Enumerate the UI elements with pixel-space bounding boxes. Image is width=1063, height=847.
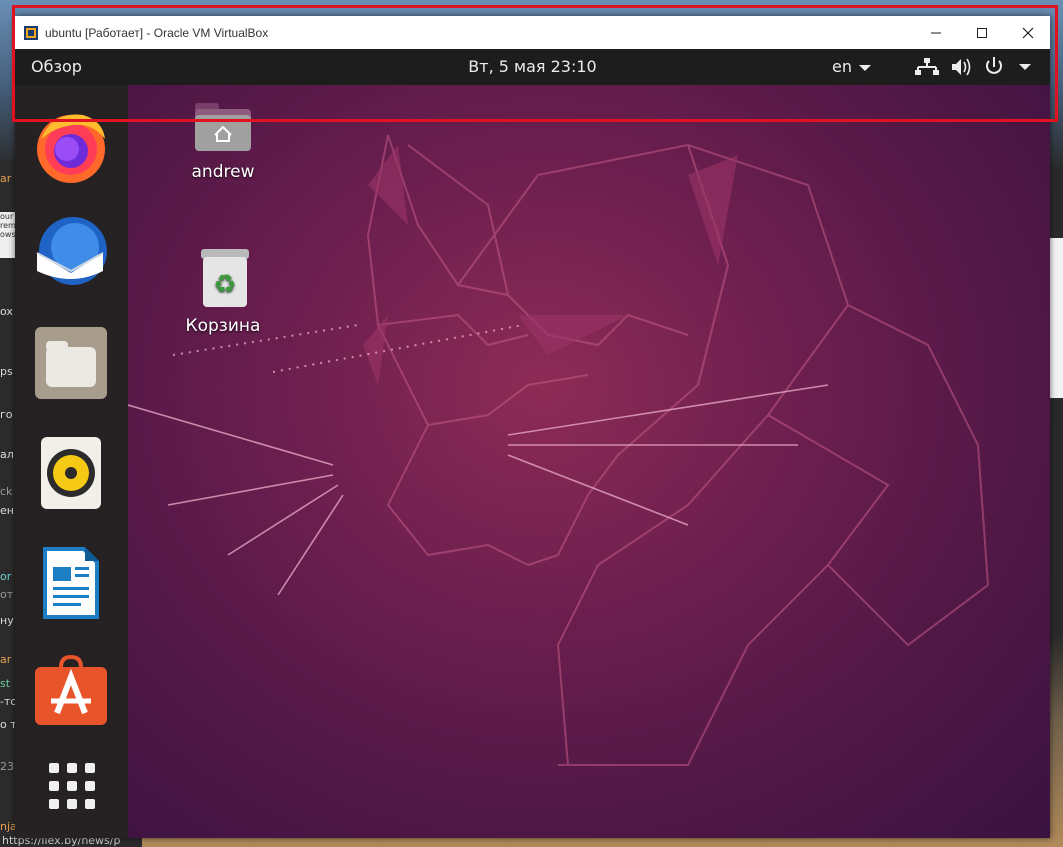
gnome-top-bar: Обзор Вт, 5 мая 23:10 en (15, 49, 1050, 85)
software-center-icon (35, 654, 107, 725)
activities-button[interactable]: Обзор (31, 57, 82, 76)
virtualbox-window: ubuntu [Работает] - Oracle VM VirtualBox… (15, 16, 1050, 838)
thunderbird-launcher[interactable] (33, 213, 109, 289)
maximize-icon (977, 27, 987, 38)
dock (15, 85, 128, 838)
rhythmbox-launcher[interactable] (33, 435, 109, 511)
document-writer-icon (43, 547, 99, 619)
chevron-down-icon (1019, 64, 1031, 70)
desktop-icon-home[interactable]: andrew (173, 95, 273, 182)
svg-text:♻: ♻ (213, 270, 236, 300)
thunderbird-icon (36, 217, 107, 285)
minimize-icon (931, 32, 941, 33)
focal-fossa-wallpaper-art (128, 134, 990, 766)
desktop-icon-trash[interactable]: ♻ Корзина (173, 245, 273, 336)
trash-icon: ♻ (201, 249, 249, 307)
files-launcher[interactable] (33, 325, 109, 401)
host-right-panel (1050, 238, 1063, 398)
desktop-wallpaper[interactable]: andrew ♻ Корзина (128, 85, 1050, 838)
host-left-panel: ar our rem ows ox ps го ал ck ен or от ну … (0, 160, 15, 847)
power-icon (986, 57, 1002, 74)
maximize-button[interactable] (959, 16, 1005, 49)
ubuntu-guest-screen[interactable]: Обзор Вт, 5 мая 23:10 en andrew ♻ Корзин… (15, 49, 1050, 838)
show-applications-button[interactable] (33, 747, 109, 823)
clock-button[interactable]: Вт, 5 мая 23:10 (468, 57, 596, 76)
chevron-down-icon (859, 65, 871, 71)
close-button[interactable] (1005, 16, 1051, 49)
files-icon (35, 327, 107, 399)
volume-icon (952, 58, 971, 76)
ubuntu-software-launcher[interactable] (33, 653, 109, 729)
minimize-button[interactable] (913, 16, 959, 49)
network-icon (915, 58, 939, 75)
libreoffice-writer-launcher[interactable] (33, 545, 109, 621)
app-grid-icon (49, 763, 95, 809)
speaker-icon (41, 437, 101, 509)
input-language-button[interactable]: en (832, 57, 852, 76)
firefox-icon (37, 114, 105, 183)
desktop-icon-label: Корзина (185, 316, 261, 336)
window-title: ubuntu [Работает] - Oracle VM VirtualBox (45, 25, 269, 40)
firefox-launcher[interactable] (33, 109, 109, 185)
home-folder-icon (195, 103, 251, 151)
close-icon (1022, 27, 1034, 38)
desktop-icon-label: andrew (191, 162, 255, 182)
virtualbox-app-icon (23, 25, 39, 41)
system-tray[interactable] (910, 49, 1050, 85)
window-titlebar[interactable]: ubuntu [Работает] - Oracle VM VirtualBox (15, 16, 1050, 49)
